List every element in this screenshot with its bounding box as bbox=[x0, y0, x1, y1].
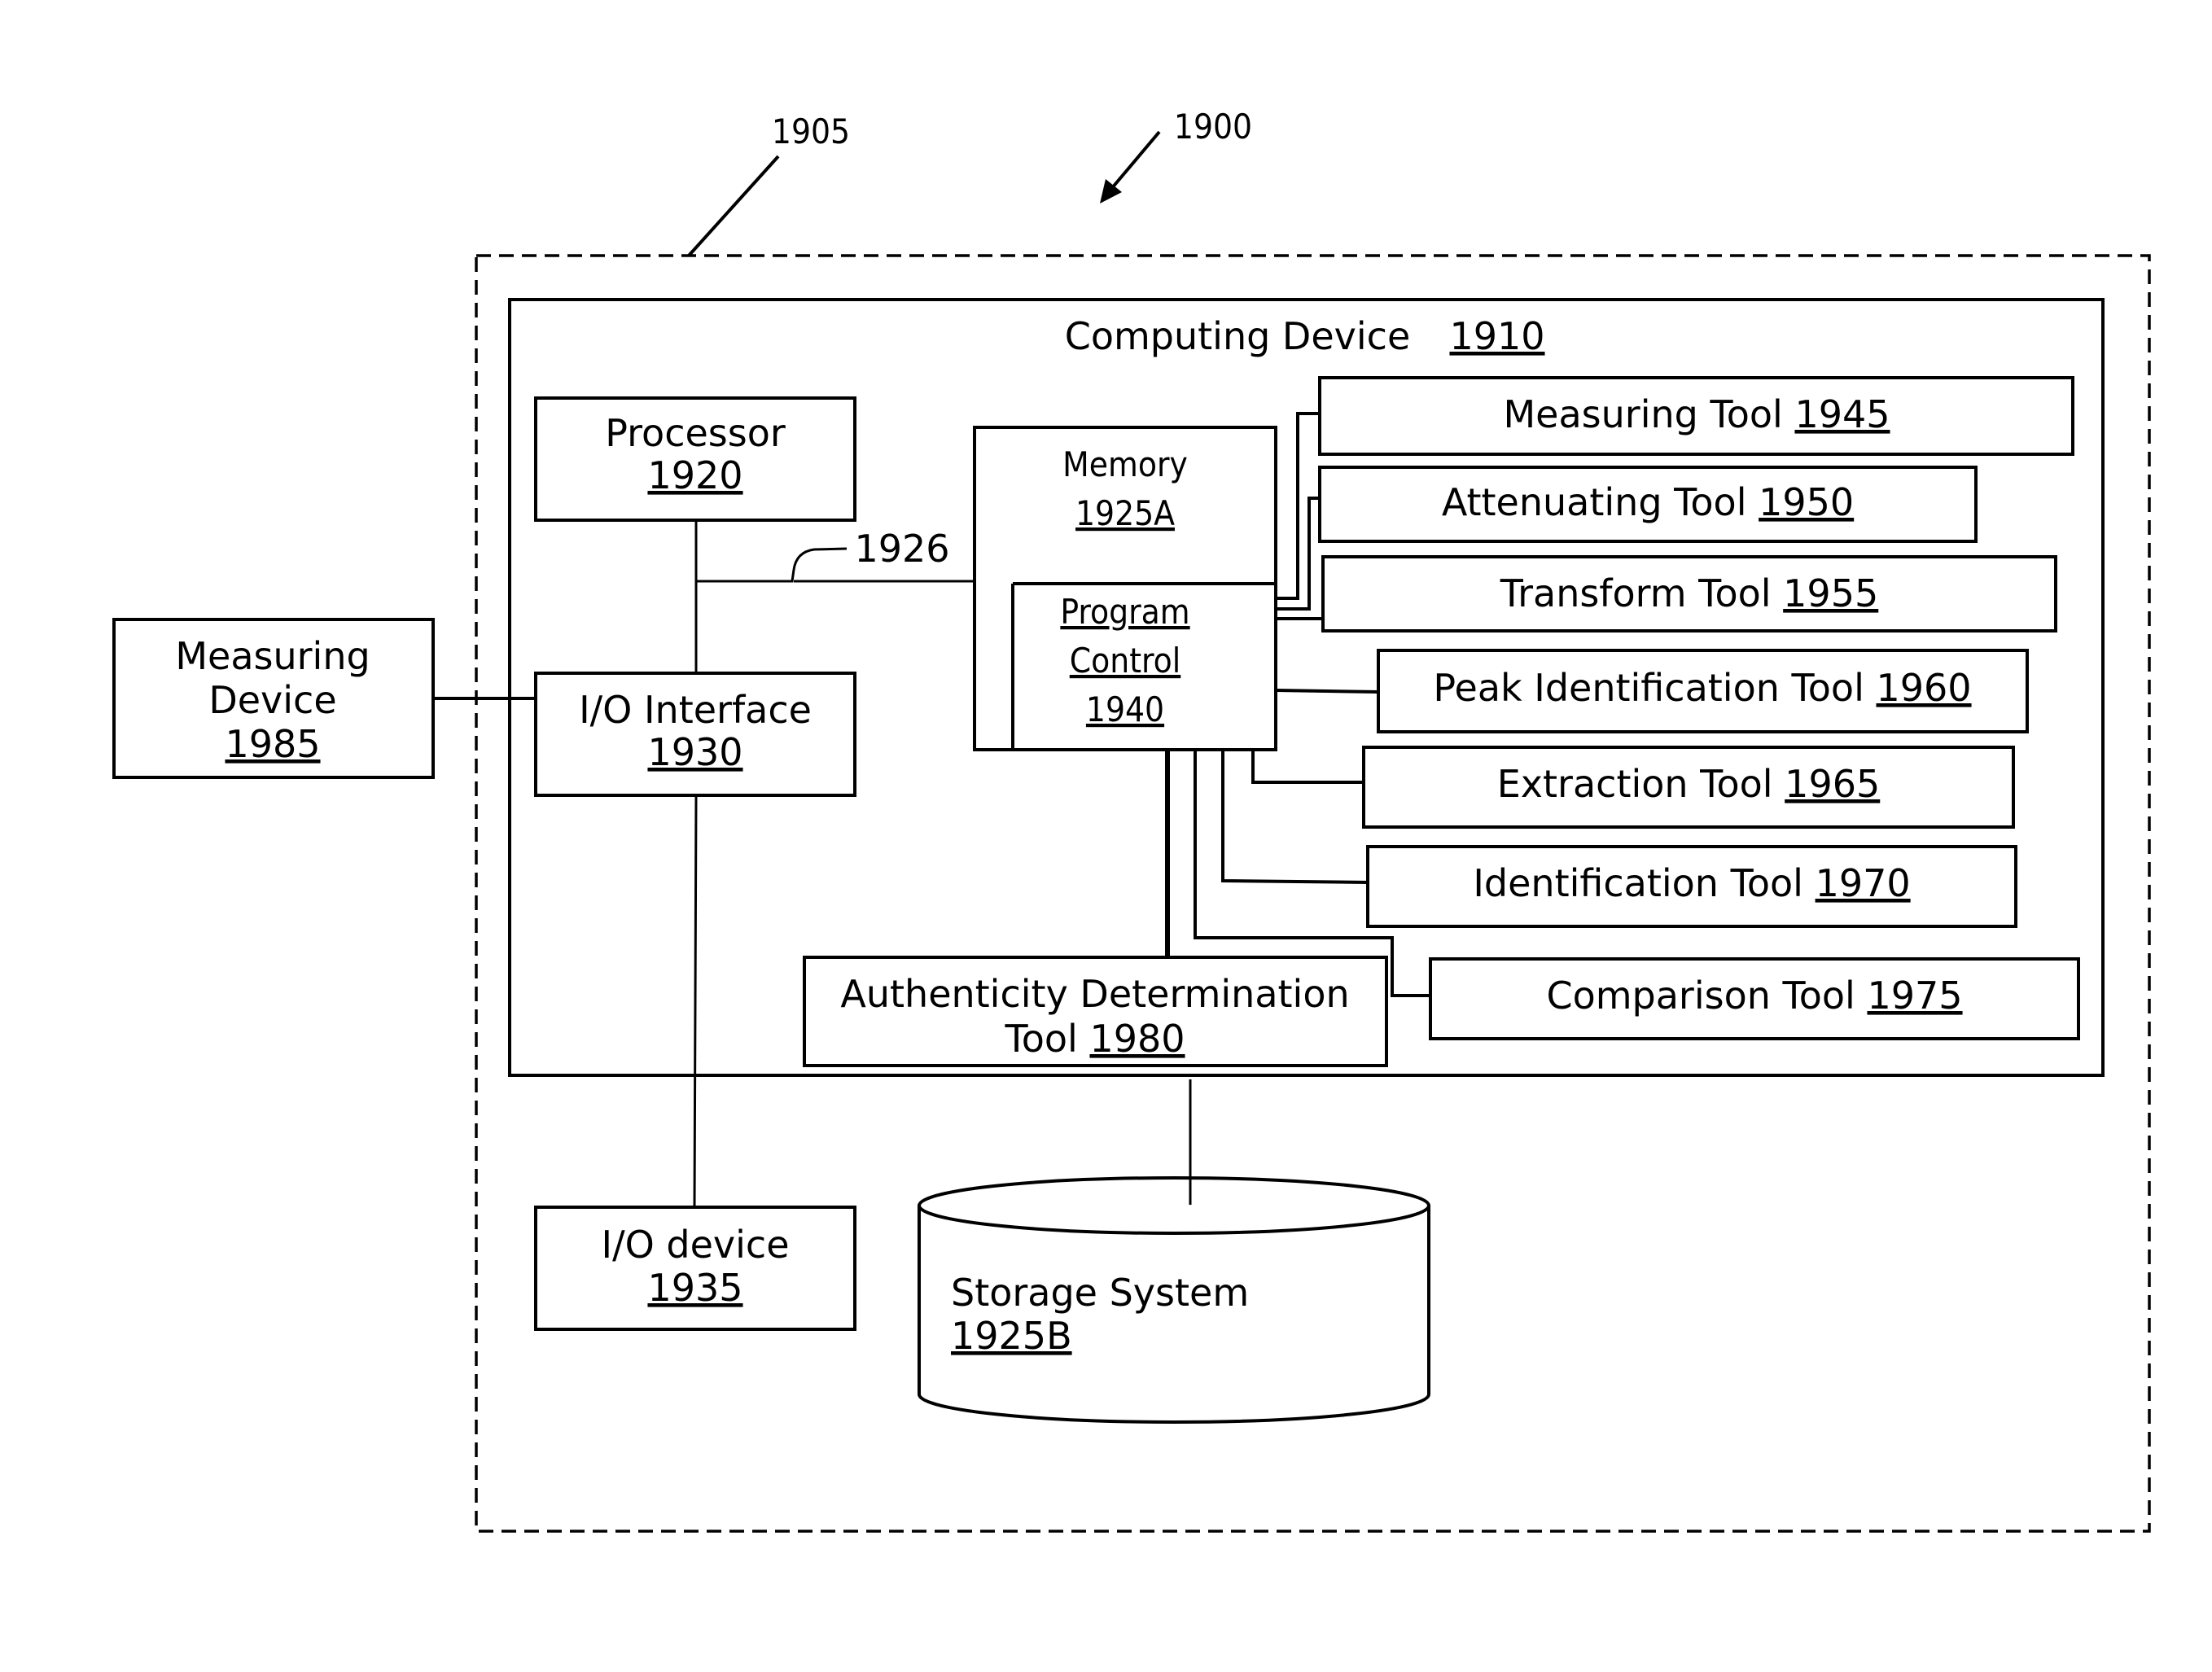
processor-block[interactable]: Processor 1920 bbox=[534, 396, 856, 522]
extraction-tool-block[interactable]: Extraction Tool 1965 bbox=[1362, 746, 2015, 829]
transform-tool-block[interactable]: Transform Tool 1955 bbox=[1321, 555, 2057, 632]
svg-text:Attenuating Tool 1950: Attenuating Tool 1950 bbox=[1442, 480, 1854, 524]
authenticity-tool-label-line2: Tool bbox=[1004, 1017, 1077, 1061]
comparison-tool-block[interactable]: Comparison Tool 1975 bbox=[1429, 957, 2080, 1040]
attenuating-tool-ref: 1950 bbox=[1759, 480, 1854, 524]
processor-label: Processor bbox=[605, 411, 786, 455]
comparison-tool-label: Comparison Tool bbox=[1546, 974, 1855, 1018]
io-device-ref: 1935 bbox=[647, 1266, 742, 1310]
measuring-device-label-line2: Device bbox=[208, 678, 336, 722]
io-interface-label: I/O Interface bbox=[579, 688, 812, 732]
svg-text:Extraction Tool 1965: Extraction Tool 1965 bbox=[1497, 762, 1881, 806]
peak-identification-tool-label: Peak Identification Tool bbox=[1433, 666, 1864, 710]
identification-tool-ref: 1970 bbox=[1816, 861, 1911, 905]
measuring-device-label-line1: Measuring bbox=[175, 634, 370, 678]
attenuating-tool-label: Attenuating Tool bbox=[1442, 480, 1747, 524]
extraction-tool-label: Extraction Tool bbox=[1497, 762, 1773, 806]
svg-text:Comparison Tool 1975: Comparison Tool 1975 bbox=[1546, 974, 1962, 1018]
memory-label: Memory bbox=[1062, 444, 1188, 484]
program-control-ref: 1940 bbox=[1086, 689, 1164, 729]
storage-system-ref: 1925B bbox=[951, 1314, 1072, 1358]
extraction-tool-ref: 1965 bbox=[1785, 762, 1880, 806]
memory-ref: 1925A bbox=[1075, 493, 1175, 533]
svg-text:Transform Tool 1955: Transform Tool 1955 bbox=[1500, 571, 1878, 615]
transform-tool-label: Transform Tool bbox=[1500, 571, 1772, 615]
measuring-device-ref: 1985 bbox=[225, 722, 320, 766]
processor-ref: 1920 bbox=[647, 453, 742, 497]
authenticity-tool-ref: 1980 bbox=[1089, 1017, 1185, 1061]
io-interface-ref: 1930 bbox=[647, 730, 742, 774]
connector-peak-identification-tool bbox=[1275, 689, 1379, 694]
system-block-diagram: 1905 1900 Computing Device 1910 1926 Pro… bbox=[112, 107, 2151, 1533]
computing-device-ref: 1910 bbox=[1449, 314, 1544, 358]
system-ref-label: 1900 bbox=[1174, 107, 1252, 147]
storage-system-cylinder[interactable]: Storage System 1925B bbox=[918, 1176, 1430, 1424]
transform-tool-ref: 1955 bbox=[1783, 571, 1878, 615]
measuring-device-block[interactable]: Measuring Device 1985 bbox=[112, 618, 435, 779]
io-interface-block[interactable]: I/O Interface 1930 bbox=[534, 672, 856, 797]
svg-text:Identification Tool 1970: Identification Tool 1970 bbox=[1473, 861, 1910, 905]
io-device-block[interactable]: I/O device 1935 bbox=[534, 1206, 856, 1331]
authenticity-tool-label-line1: Authenticity Determination bbox=[840, 972, 1349, 1016]
identification-tool-block[interactable]: Identification Tool 1970 bbox=[1366, 845, 2017, 928]
program-control-label-line1: Program bbox=[1060, 592, 1189, 632]
bus-ref-label: 1926 bbox=[854, 527, 949, 571]
peak-identification-tool-block[interactable]: Peak Identification Tool 1960 bbox=[1377, 649, 2029, 733]
program-control-label-line2: Control bbox=[1070, 641, 1180, 681]
comparison-tool-ref: 1975 bbox=[1867, 974, 1962, 1018]
system-ref-arrow-icon bbox=[1100, 130, 1161, 204]
svg-text:Measuring Tool 1945: Measuring Tool 1945 bbox=[1503, 392, 1890, 436]
measuring-tool-ref: 1945 bbox=[1794, 392, 1890, 436]
peak-identification-tool-ref: 1960 bbox=[1876, 666, 1971, 710]
svg-text:Tool 1980: Tool 1980 bbox=[1004, 1017, 1185, 1061]
io-device-connector bbox=[693, 794, 698, 1208]
identification-tool-label: Identification Tool bbox=[1473, 861, 1803, 905]
io-device-label: I/O device bbox=[602, 1223, 790, 1267]
attenuating-tool-block[interactable]: Attenuating Tool 1950 bbox=[1318, 466, 1978, 543]
svg-text:Peak Identification Tool 1960: Peak Identification Tool 1960 bbox=[1433, 666, 1971, 710]
measuring-tool-block[interactable]: Measuring Tool 1945 bbox=[1318, 376, 2074, 456]
environment-leader-line bbox=[687, 155, 780, 257]
storage-system-label: Storage System bbox=[951, 1271, 1249, 1315]
measuring-tool-label: Measuring Tool bbox=[1503, 392, 1782, 436]
authenticity-determination-tool-block[interactable]: Authenticity Determination Tool 1980 bbox=[803, 956, 1388, 1067]
computing-device-label: Computing Device bbox=[1065, 314, 1411, 358]
environment-ref-label: 1905 bbox=[772, 112, 850, 151]
